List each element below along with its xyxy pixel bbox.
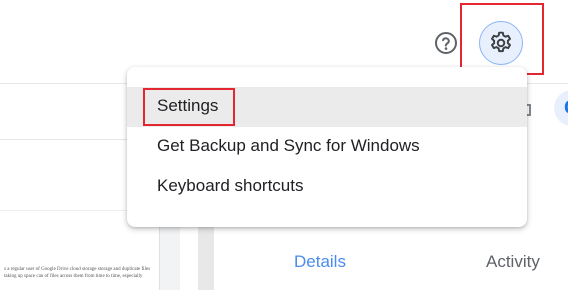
panel-divider bbox=[198, 225, 214, 290]
avatar[interactable]: G bbox=[554, 90, 568, 126]
settings-gear-button[interactable] bbox=[479, 21, 523, 65]
menu-item-settings[interactable]: Settings bbox=[127, 87, 527, 127]
help-icon[interactable] bbox=[434, 31, 458, 55]
tab-details[interactable]: Details bbox=[294, 252, 346, 272]
tab-activity[interactable]: Activity bbox=[486, 252, 540, 272]
menu-item-backup-sync[interactable]: Get Backup and Sync for Windows bbox=[127, 127, 527, 167]
menu-item-keyboard-shortcuts[interactable]: Keyboard shortcuts bbox=[127, 167, 527, 207]
document-preview-text: s a regular user of Google Drive cloud s… bbox=[4, 267, 151, 279]
settings-menu: Settings Get Backup and Sync for Windows… bbox=[127, 67, 527, 227]
gear-icon bbox=[491, 31, 511, 53]
app-window: G s a regular user of Google Drive cloud… bbox=[0, 0, 568, 290]
